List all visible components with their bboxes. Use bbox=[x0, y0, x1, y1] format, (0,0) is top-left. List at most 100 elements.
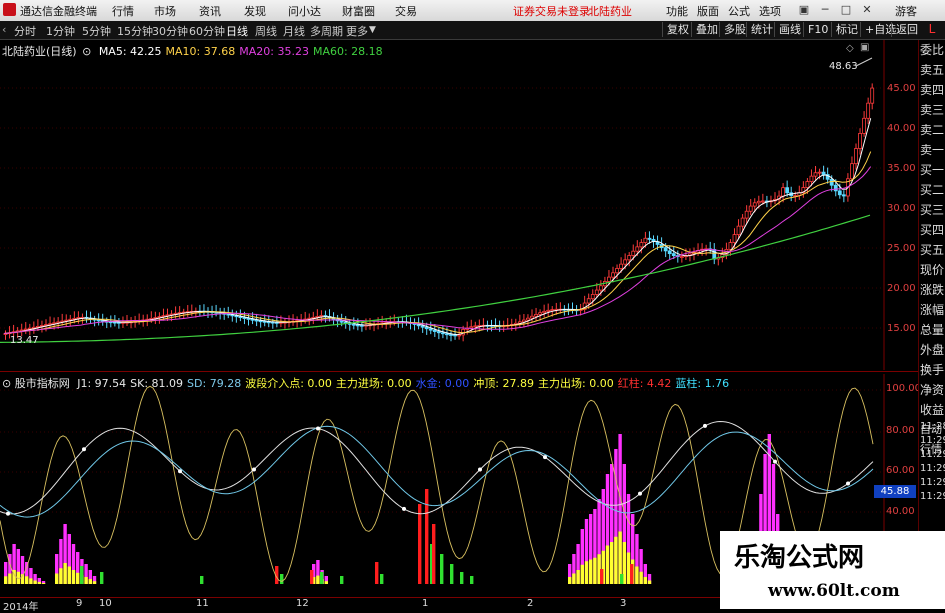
ind-cross-dot bbox=[82, 447, 86, 452]
price-chart-svg bbox=[0, 40, 885, 370]
side-item: 买二 bbox=[920, 183, 945, 197]
period-monthly[interactable]: 月线 bbox=[283, 23, 305, 39]
price-candle-body bbox=[862, 117, 866, 134]
side-item: 涨幅 bbox=[920, 303, 945, 317]
menu-banmian[interactable]: 版面 bbox=[697, 3, 719, 19]
price-candle-body bbox=[542, 310, 547, 314]
side-item: 涨跌 bbox=[920, 283, 945, 297]
period-multi[interactable]: 多周期 bbox=[310, 23, 343, 39]
ind-bar-red bbox=[600, 569, 604, 584]
menu-faxian[interactable]: 发现 bbox=[244, 3, 266, 19]
ind-bar-green bbox=[280, 574, 284, 584]
more-dropdown-icon[interactable]: ▼ bbox=[369, 25, 376, 35]
menu-xuanxiang[interactable]: 选项 bbox=[759, 3, 781, 19]
period-daily[interactable]: 日线 bbox=[226, 23, 248, 39]
time-tick-3: 3 bbox=[620, 598, 627, 609]
price-candle-body bbox=[841, 194, 846, 197]
price-candle-body bbox=[736, 225, 741, 235]
watermark-url: www.60lt.com bbox=[768, 581, 900, 601]
menu-zixun[interactable]: 资讯 bbox=[199, 3, 221, 19]
menu-hangqing[interactable]: 行情 bbox=[112, 3, 134, 19]
title-bar: 通达信金融终端 行情 市场 资讯 发现 问小达 财富圈 交易 证券交易未登录 北… bbox=[0, 0, 945, 22]
tick-time: 11:29 bbox=[920, 491, 945, 502]
ind-bar-green bbox=[620, 574, 624, 584]
ind-cross-dot bbox=[543, 455, 547, 460]
ind-bar-yellow bbox=[71, 570, 76, 584]
menu-shichang[interactable]: 市场 bbox=[154, 3, 176, 19]
maximize-icon[interactable]: □ bbox=[839, 3, 853, 16]
price-candle-body bbox=[752, 202, 757, 207]
btn-f10[interactable]: F10 bbox=[803, 22, 832, 37]
ind-bar-yellow bbox=[29, 578, 33, 584]
ind-cross-dot bbox=[6, 511, 10, 516]
side-marker[interactable]: L bbox=[919, 22, 945, 39]
y-tick-30: 30.00 bbox=[887, 203, 916, 214]
price-candle-body bbox=[420, 325, 425, 328]
ind-bar-yellow bbox=[92, 581, 97, 584]
login-notice[interactable]: 证券交易未登录 bbox=[513, 3, 590, 19]
ind-bar-yellow bbox=[4, 576, 8, 584]
ind-bar-yellow bbox=[580, 564, 584, 584]
tick-time: 11:29 bbox=[920, 449, 945, 460]
time-tick-9: 9 bbox=[76, 598, 83, 609]
side-item: 买五 bbox=[920, 243, 945, 257]
y-tick-20: 20.00 bbox=[887, 283, 916, 294]
price-candle-body bbox=[854, 148, 858, 165]
menu-wenxiaoda[interactable]: 问小达 bbox=[288, 3, 321, 19]
ind-bar-yellow bbox=[643, 577, 647, 584]
btn-biaoji[interactable]: 标记 bbox=[831, 22, 862, 37]
ind-bar-yellow bbox=[67, 566, 71, 584]
side-item: 卖三 bbox=[920, 103, 945, 117]
period-fenshi[interactable]: 分时 bbox=[14, 23, 36, 39]
btn-tongji[interactable]: 统计 bbox=[746, 22, 777, 37]
menu-caifuquan[interactable]: 财富圈 bbox=[342, 3, 375, 19]
period-1min[interactable]: 1分钟 bbox=[46, 23, 75, 39]
ind-bar-yellow bbox=[59, 568, 63, 584]
price-chart-panel[interactable]: 北陆药业(日线) ⊙ MA5: 42.25 MA10: 37.68 MA20: 35… bbox=[0, 40, 918, 370]
period-30min[interactable]: 30分钟 bbox=[152, 23, 188, 39]
app-logo-icon bbox=[3, 3, 16, 16]
menu-jiaoyi[interactable]: 交易 bbox=[395, 3, 417, 19]
ind-cross-dot bbox=[252, 467, 256, 472]
collapse-icon[interactable]: ‹ bbox=[2, 23, 6, 36]
price-candle-body bbox=[756, 200, 761, 204]
period-5min[interactable]: 5分钟 bbox=[82, 23, 111, 39]
price-candle-body bbox=[359, 324, 364, 327]
ind-bar-green bbox=[340, 576, 344, 584]
price-candle-body bbox=[850, 163, 854, 180]
ind-bar-red bbox=[425, 489, 429, 584]
price-candle-body bbox=[643, 237, 648, 243]
btn-fanhui[interactable]: 返回 bbox=[891, 22, 922, 37]
price-candle-body bbox=[785, 187, 790, 194]
ind-bar-green bbox=[380, 574, 384, 584]
sk-line bbox=[0, 420, 874, 515]
price-candle-body bbox=[760, 200, 765, 203]
menu-gongshi[interactable]: 公式 bbox=[728, 3, 750, 19]
menu-gongneng[interactable]: 功能 bbox=[666, 3, 688, 19]
ind-y-tick-40: 40.00 bbox=[886, 506, 915, 517]
btn-huaxian[interactable]: 画线 bbox=[774, 22, 805, 37]
price-candle-body bbox=[647, 237, 652, 240]
close-icon[interactable]: ✕ bbox=[860, 3, 874, 16]
time-tick-11: 11 bbox=[196, 598, 209, 609]
minimize-icon[interactable]: ─ bbox=[818, 3, 832, 16]
period-weekly[interactable]: 周线 bbox=[255, 23, 277, 39]
ind-bar-yellow bbox=[610, 542, 614, 584]
time-tick-1: 1 bbox=[422, 598, 429, 609]
btn-diejia[interactable]: 叠加 bbox=[691, 22, 722, 37]
period-15min[interactable]: 15分钟 bbox=[117, 23, 153, 39]
btn-fuquan[interactable]: 复权 bbox=[662, 22, 693, 37]
price-candle-body bbox=[631, 250, 636, 256]
period-60min[interactable]: 60分钟 bbox=[189, 23, 225, 39]
guest-login[interactable]: 游客 bbox=[895, 3, 917, 19]
theme-icon[interactable]: ▣ bbox=[797, 3, 811, 16]
ind-bar-yellow bbox=[8, 573, 12, 584]
side-item: 收益 bbox=[920, 403, 945, 417]
ind-bar-yellow bbox=[605, 545, 610, 584]
ind-bar-yellow bbox=[55, 573, 59, 584]
period-more[interactable]: 更多 bbox=[346, 23, 368, 39]
price-candle-body bbox=[821, 171, 826, 175]
ind-bar-green bbox=[320, 572, 324, 584]
ind-bar-yellow bbox=[25, 576, 29, 584]
price-candle-body bbox=[534, 313, 538, 317]
